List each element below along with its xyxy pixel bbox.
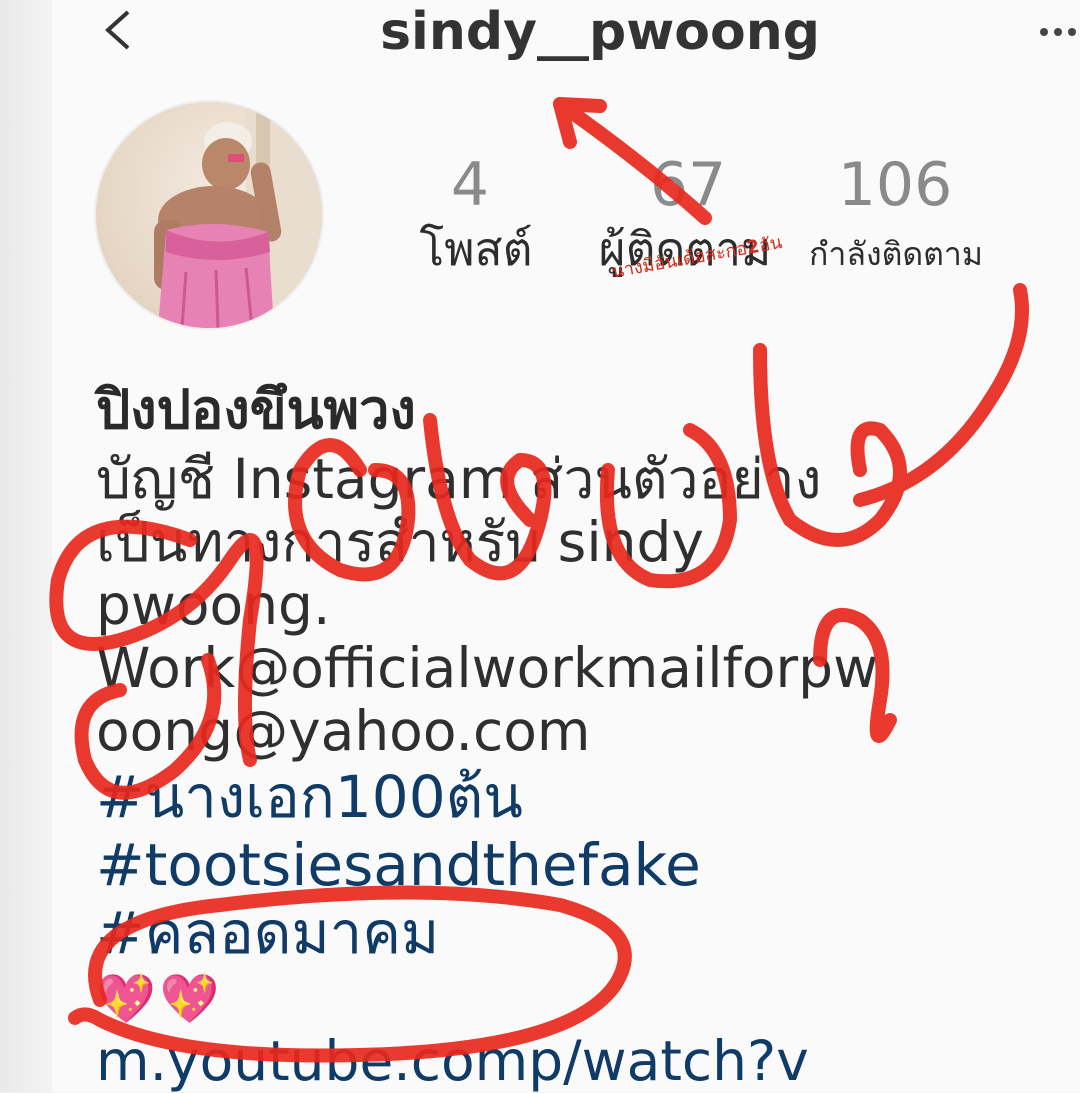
avatar-photo (154, 102, 322, 328)
bio-email-line[interactable]: Work@officialworkmailforpw (96, 637, 1080, 700)
following-count: 106 (837, 150, 953, 220)
chevron-left-icon (105, 10, 130, 50)
followers-count: 67 (649, 150, 727, 220)
bio-line: บัญชี Instagram ส่วนตัวอย่าง (96, 447, 822, 511)
more-horizontal-icon (1040, 28, 1076, 36)
back-button[interactable] (96, 4, 140, 56)
hashtag-link[interactable]: #คลอดมาคม (96, 899, 1080, 967)
hashtag-link[interactable]: #นางเอก100ต้น (96, 763, 1080, 831)
profile-avatar[interactable] (96, 102, 322, 328)
posts-label[interactable]: โพสต์ (396, 214, 556, 284)
bio-line: pwoong. (96, 573, 331, 637)
posts-count: 4 (450, 150, 490, 220)
more-options-button[interactable] (1036, 8, 1080, 52)
profile-username: sindy__pwoong (380, 2, 820, 62)
left-edge (0, 0, 52, 1092)
bio-website-link[interactable]: m.youtube.comp/watch?v (96, 1031, 1080, 1091)
profile-bio: ปิงปองขึนพวง บัญชี Instagram ส่วนตัวอย่า… (96, 372, 1080, 1091)
bio-display-name: ปิงปองขึนพวง (96, 378, 416, 441)
hashtag-link[interactable]: #tootsiesandthefake (96, 831, 1080, 899)
bio-email-line[interactable]: oong@yahoo.com (96, 700, 1080, 763)
sparkling-heart-emoji: 💖💖 (96, 971, 224, 1027)
bio-line: เป็นทางการสำหรับ sindy (96, 510, 704, 574)
